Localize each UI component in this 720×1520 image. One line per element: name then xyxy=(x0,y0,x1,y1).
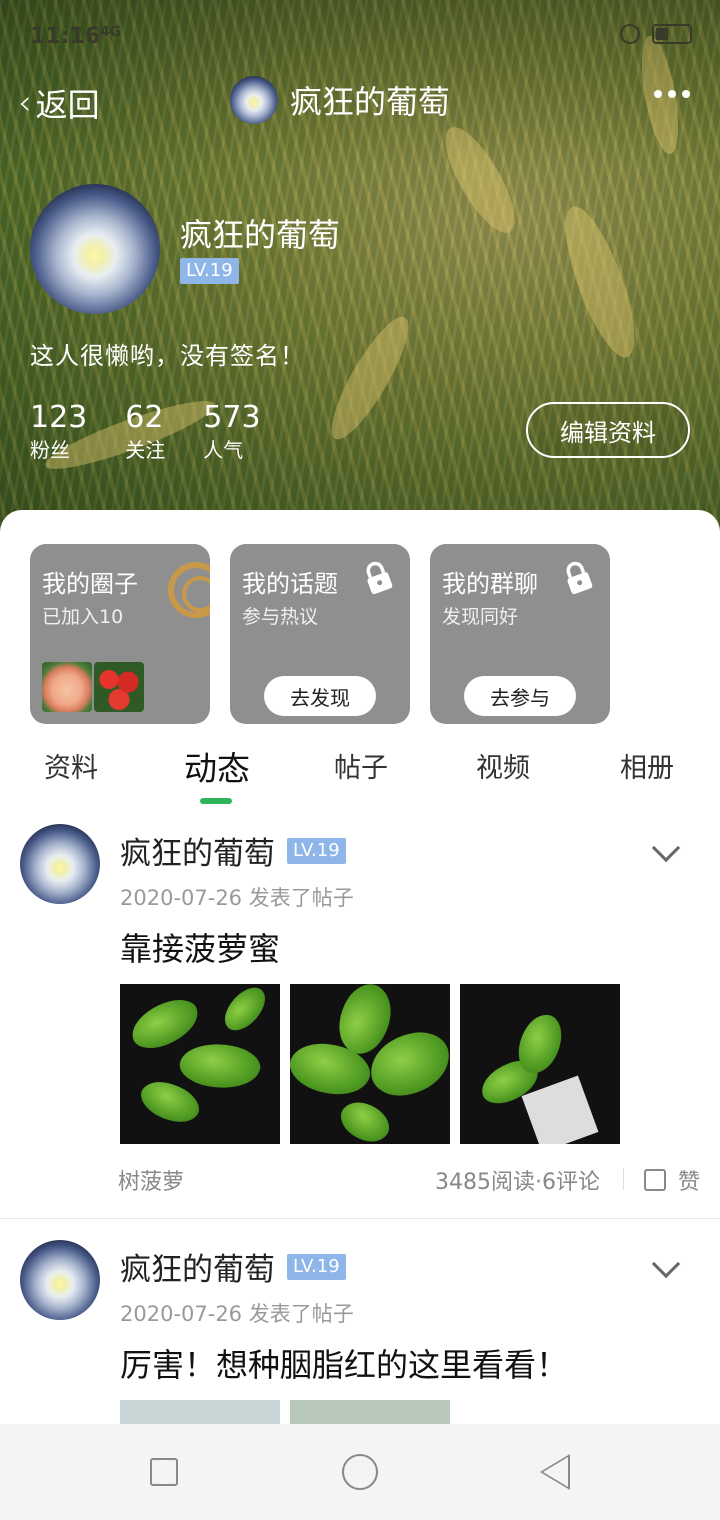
like-button[interactable]: 赞 xyxy=(643,1164,700,1196)
avatar[interactable] xyxy=(20,1240,100,1320)
signal-icon: 4G xyxy=(100,24,122,40)
system-navigation-bar xyxy=(0,1424,720,1520)
rotation-lock-icon xyxy=(620,24,640,44)
edit-profile-button[interactable]: 编辑资料 xyxy=(526,402,690,458)
post-author: 疯狂的葡萄 LV.19 xyxy=(120,1244,346,1289)
top-nav-bar: ‹ 返回 疯狂的葡萄 xyxy=(0,74,720,128)
circle-thumbnail-strawberry[interactable] xyxy=(94,662,144,712)
stat-following[interactable]: 62 关注 xyxy=(125,400,165,464)
active-tab-indicator xyxy=(200,798,232,804)
stat-followers[interactable]: 123 粉丝 xyxy=(30,400,87,464)
like-label: 赞 xyxy=(677,1170,700,1195)
post-images xyxy=(120,984,620,1144)
lock-icon xyxy=(366,561,393,595)
stat-label: 关注 xyxy=(125,438,166,462)
stat-label: 粉丝 xyxy=(30,438,70,462)
level-badge: LV.19 xyxy=(287,837,346,864)
stat-popularity: 573 人气 xyxy=(203,400,260,464)
discover-button[interactable]: 去发现 xyxy=(264,676,376,716)
post-stats: 3485阅读·6评论 xyxy=(435,1170,600,1195)
battery-icon xyxy=(652,24,692,44)
nav-title-group: 疯狂的葡萄 xyxy=(230,76,450,124)
card-subtitle: 已加入10 xyxy=(42,606,124,628)
profile-signature: 这人很懒哟，没有签名！ xyxy=(30,342,305,370)
stat-label: 人气 xyxy=(203,438,244,462)
tab-posts[interactable]: 帖子 xyxy=(334,746,388,785)
avatar xyxy=(230,76,278,124)
author-name: 疯狂的葡萄 xyxy=(120,1252,275,1288)
post-meta: 2020-07-26 发表了帖子 xyxy=(120,1302,354,1326)
card-subtitle: 参与热议 xyxy=(242,606,319,628)
circle-thumbnail-peach[interactable] xyxy=(42,662,92,712)
chevron-down-icon[interactable] xyxy=(651,833,681,863)
status-time: 11:16 xyxy=(30,24,101,49)
stat-value: 573 xyxy=(203,400,261,435)
post-author: 疯狂的葡萄 LV.19 xyxy=(120,828,346,873)
avatar[interactable] xyxy=(20,824,100,904)
post-tag[interactable]: 树菠萝 xyxy=(118,1164,184,1196)
recent-apps-icon[interactable] xyxy=(150,1458,178,1486)
join-button[interactable]: 去参与 xyxy=(464,676,576,716)
profile-tabs: 资料 动态 帖子 视频 相册 xyxy=(0,746,720,806)
level-badge: LV.19 xyxy=(180,258,239,284)
chevron-down-icon[interactable] xyxy=(651,1249,681,1279)
card-subtitle: 发现同好 xyxy=(442,606,519,628)
back-triangle-icon[interactable] xyxy=(540,1454,570,1490)
post-image[interactable] xyxy=(290,984,450,1144)
back-label: 返回 xyxy=(35,86,100,124)
post-image[interactable] xyxy=(120,984,280,1144)
profile-avatar[interactable] xyxy=(30,184,160,314)
chevron-left-icon: ‹ xyxy=(18,83,32,123)
content-sheet: 我的圈子 已加入10 我的话题 参与热议 去发现 我的群聊 发现同好 去参与 资… xyxy=(0,510,720,1520)
profile-name: 疯狂的葡萄 xyxy=(180,216,341,254)
home-icon[interactable] xyxy=(342,1454,378,1490)
card-my-groupchats[interactable]: 我的群聊 发现同好 去参与 xyxy=(430,544,610,724)
tab-activity[interactable]: 动态 xyxy=(184,742,250,790)
profile-stats: 123 粉丝 62 关注 573 人气 xyxy=(30,400,261,464)
stat-value: 123 xyxy=(30,400,88,435)
tab-albums[interactable]: 相册 xyxy=(620,746,674,785)
card-title: 我的圈子 xyxy=(42,570,138,598)
card-my-circles[interactable]: 我的圈子 已加入10 xyxy=(30,544,210,724)
stat-value: 62 xyxy=(125,400,164,435)
back-button[interactable]: ‹ 返回 xyxy=(18,80,100,126)
post-divider xyxy=(0,1218,720,1219)
card-title: 我的话题 xyxy=(242,570,338,598)
tab-info[interactable]: 资料 xyxy=(44,746,98,785)
post-meta: 2020-07-26 发表了帖子 xyxy=(120,886,354,910)
card-my-topics[interactable]: 我的话题 参与热议 去发现 xyxy=(230,544,410,724)
thumbs-up-icon xyxy=(643,1169,666,1191)
card-title: 我的群聊 xyxy=(442,570,538,598)
author-name: 疯狂的葡萄 xyxy=(120,836,275,872)
post-title[interactable]: 靠接菠萝蜜 xyxy=(120,924,280,970)
lock-icon xyxy=(566,561,593,595)
divider xyxy=(623,1168,624,1190)
feature-cards: 我的圈子 已加入10 我的话题 参与热议 去发现 我的群聊 发现同好 去参与 xyxy=(30,544,610,724)
level-badge: LV.19 xyxy=(287,1253,346,1280)
tab-videos[interactable]: 视频 xyxy=(476,746,530,785)
status-bar: 11:16 4G xyxy=(0,0,720,72)
post-image[interactable] xyxy=(460,984,620,1144)
post-title[interactable]: 厉害！想种胭脂红的这里看看！ xyxy=(120,1340,568,1386)
circle-icon xyxy=(168,562,210,618)
nav-title: 疯狂的葡萄 xyxy=(290,83,451,121)
more-dots-icon[interactable] xyxy=(654,90,690,98)
